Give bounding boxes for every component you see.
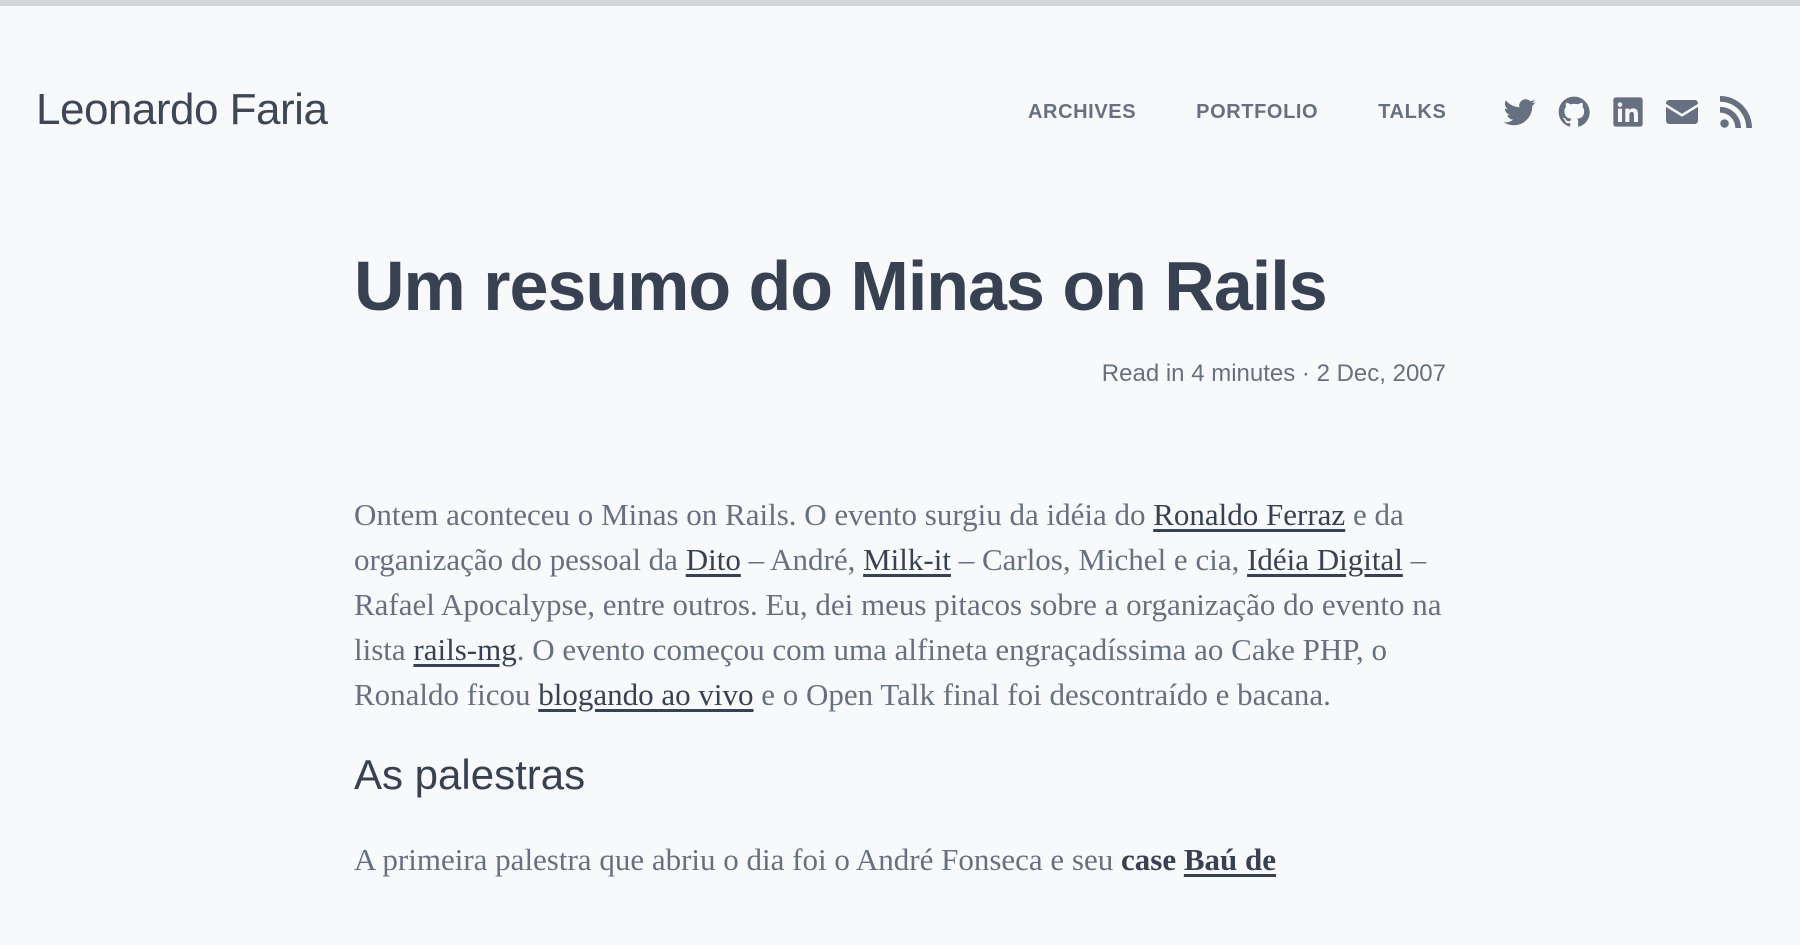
paragraph-text: Ontem aconteceu o Minas on Rails. O even…	[354, 497, 1154, 532]
post-body: Ontem aconteceu o Minas on Rails. O even…	[354, 492, 1446, 882]
site-title-link[interactable]: Leonardo Faria	[36, 80, 328, 140]
bold-link-wrapper: Baú de	[1184, 842, 1276, 877]
post-paragraph: A primeira palestra que abriu o dia foi …	[354, 837, 1446, 882]
post-title: Um resumo do Minas on Rails	[354, 247, 1328, 325]
twitter-icon[interactable]	[1504, 96, 1536, 128]
social-links	[1504, 94, 1752, 130]
email-icon[interactable]	[1666, 96, 1698, 128]
paragraph-text: e o Open Talk final foi descontraído e b…	[753, 677, 1331, 712]
site-header: Leonardo Faria ARCHIVES PORTFOLIO TALKS	[0, 6, 1800, 206]
post-paragraph: Ontem aconteceu o Minas on Rails. O even…	[354, 492, 1446, 717]
link-ideia-digital[interactable]: Idéia Digital	[1247, 542, 1403, 577]
rss-icon[interactable]	[1720, 96, 1752, 128]
paragraph-text: – André,	[740, 542, 864, 577]
post-meta: Read in 4 minutes · 2 Dec, 2007	[1101, 360, 1446, 387]
linkedin-icon[interactable]	[1612, 96, 1644, 128]
link-dito[interactable]: Dito	[686, 542, 741, 577]
main-nav: ARCHIVES PORTFOLIO TALKS	[1028, 94, 1446, 130]
link-ronaldo-ferraz[interactable]: Ronaldo Ferraz	[1153, 497, 1345, 532]
link-milk-it[interactable]: Milk-it	[863, 542, 951, 577]
paragraph-text: – Carlos, Michel e cia,	[950, 542, 1248, 577]
link-bau-de[interactable]: Baú de	[1184, 842, 1276, 877]
bold-text: case	[1121, 842, 1177, 877]
paragraph-text: A primeira palestra que abriu o dia foi …	[354, 842, 1122, 877]
section-heading: As palestras	[354, 751, 586, 798]
paragraph-text	[1176, 842, 1184, 877]
nav-item-talks[interactable]: TALKS	[1378, 101, 1446, 124]
github-icon[interactable]	[1558, 96, 1590, 128]
link-blogando-ao-vivo[interactable]: blogando ao vivo	[538, 677, 753, 712]
link-rails-mg[interactable]: rails-mg	[413, 632, 516, 667]
nav-item-archives[interactable]: ARCHIVES	[1028, 101, 1136, 124]
nav-item-portfolio[interactable]: PORTFOLIO	[1196, 101, 1318, 124]
